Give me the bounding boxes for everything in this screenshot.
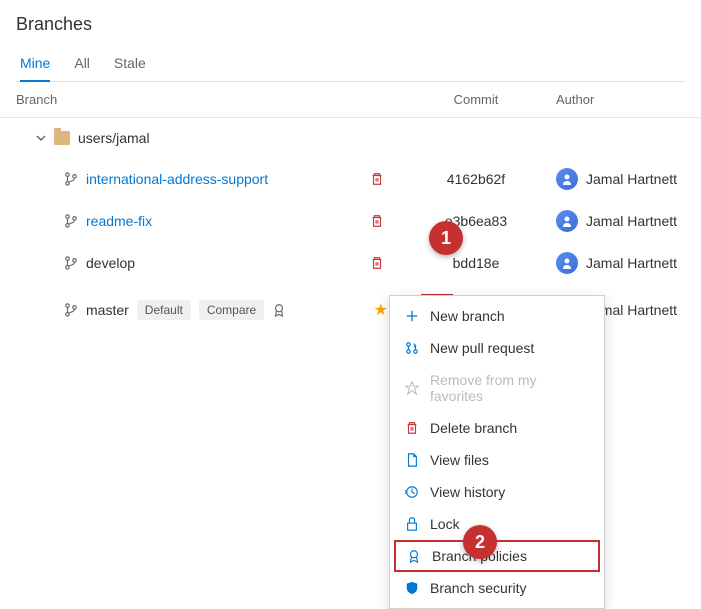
context-menu: New branch New pull request Remove from … (389, 295, 605, 609)
trash-icon (404, 420, 420, 436)
table-row: international-address-support 4162b62f J… (0, 158, 701, 200)
commit-hash[interactable]: e3b6ea83 (396, 213, 556, 229)
branch-name[interactable]: develop (86, 255, 135, 271)
trash-icon[interactable] (370, 172, 384, 186)
tab-stale[interactable]: Stale (114, 47, 146, 81)
callout-1: 1 (429, 221, 463, 255)
commit-hash[interactable]: bdd18e (396, 255, 556, 271)
branch-icon (64, 172, 78, 186)
default-badge: Default (137, 300, 191, 320)
column-branch: Branch (16, 92, 396, 107)
commit-hash[interactable]: 4162b62f (396, 171, 556, 187)
menu-remove-favorite: Remove from my favorites (390, 364, 604, 412)
menu-new-branch[interactable]: New branch (390, 300, 604, 332)
ribbon-icon (272, 303, 286, 317)
chevron-down-icon (36, 133, 46, 143)
author-name: Jamal Hartnett (586, 255, 677, 271)
lock-icon (404, 516, 420, 532)
author-name: Jamal Hartnett (586, 171, 677, 187)
branch-name[interactable]: readme-fix (86, 213, 152, 229)
star-icon[interactable]: ★ (374, 300, 388, 320)
tab-mine[interactable]: Mine (20, 47, 50, 81)
compare-badge: Compare (199, 300, 264, 320)
menu-new-pull-request[interactable]: New pull request (390, 332, 604, 364)
table-row: readme-fix e3b6ea83 Jamal Hartnett (0, 200, 701, 242)
column-commit: Commit (396, 92, 556, 107)
pull-request-icon (404, 340, 420, 356)
folder-name: users/jamal (78, 130, 150, 146)
menu-label: Branch security (430, 580, 526, 596)
branch-icon (64, 214, 78, 228)
menu-label: View files (430, 452, 489, 468)
avatar (556, 252, 578, 274)
avatar (556, 168, 578, 190)
plus-icon (404, 308, 420, 324)
branch-icon (64, 303, 78, 317)
avatar (556, 210, 578, 232)
column-author: Author (556, 92, 685, 107)
history-icon (404, 484, 420, 500)
menu-delete-branch[interactable]: Delete branch (390, 412, 604, 444)
menu-view-files[interactable]: View files (390, 444, 604, 476)
shield-icon (404, 580, 420, 596)
file-icon (404, 452, 420, 468)
tabs: Mine All Stale (16, 47, 685, 82)
callout-2: 2 (463, 525, 497, 559)
menu-branch-policies[interactable]: Branch policies (394, 540, 600, 572)
menu-lock[interactable]: Lock (390, 508, 604, 540)
page-title: Branches (16, 14, 685, 35)
ribbon-icon (406, 548, 422, 564)
menu-label: New branch (430, 308, 505, 324)
trash-icon[interactable] (370, 256, 384, 270)
folder-row[interactable]: users/jamal (0, 118, 701, 158)
menu-label: New pull request (430, 340, 534, 356)
branch-name[interactable]: international-address-support (86, 171, 268, 187)
author-name: Jamal Hartnett (586, 213, 677, 229)
table-row: develop bdd18e Jamal Hartnett (0, 242, 701, 284)
menu-label: View history (430, 484, 505, 500)
menu-label: Delete branch (430, 420, 517, 436)
folder-icon (54, 131, 70, 145)
menu-view-history[interactable]: View history (390, 476, 604, 508)
tab-all[interactable]: All (74, 47, 90, 81)
branch-icon (64, 256, 78, 270)
branch-name[interactable]: master (86, 302, 129, 318)
trash-icon[interactable] (370, 214, 384, 228)
menu-label: Remove from my favorites (430, 372, 590, 404)
table-header: Branch Commit Author (0, 82, 701, 118)
star-outline-icon (404, 380, 420, 396)
menu-label: Lock (430, 516, 460, 532)
menu-branch-security[interactable]: Branch security (390, 572, 604, 604)
